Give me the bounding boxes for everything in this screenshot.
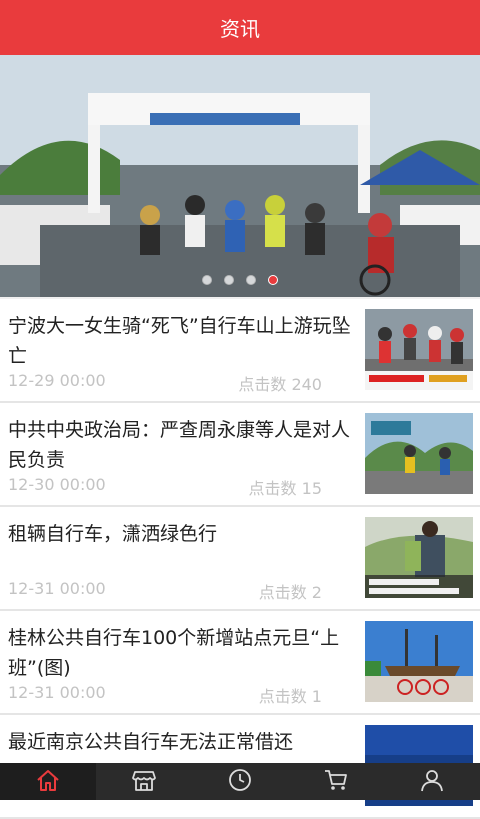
news-title: 宁波大一女生骑“死飞”自行车山上游玩坠亡 — [8, 315, 351, 367]
page-title: 资讯 — [220, 17, 260, 41]
news-date: 12-30 00:00 — [8, 475, 106, 494]
carousel-dots — [0, 275, 480, 285]
news-title: 桂林公共自行车100个新增站点元旦“上班”(图) — [8, 627, 340, 679]
news-date: 12-31 00:00 — [8, 683, 106, 702]
tab-store[interactable] — [96, 763, 192, 800]
news-item[interactable]: 中共中央政治局：严查周永康等人是对人民负责 12-30 00:00 点击数 15 — [0, 403, 480, 507]
news-item[interactable]: 租辆自行车，潇洒绿色行 12-31 00:00 点击数 2 — [0, 507, 480, 611]
carousel-dot[interactable] — [224, 275, 234, 285]
carousel-dot[interactable] — [246, 275, 256, 285]
carousel-dot[interactable] — [202, 275, 212, 285]
tab-home[interactable] — [0, 763, 96, 800]
news-click-count: 点击数 15 — [248, 479, 322, 498]
news-item[interactable]: 宁波大一女生骑“死飞”自行车山上游玩坠亡 12-29 00:00 点击数 240 — [0, 299, 480, 403]
clock-icon — [227, 767, 253, 797]
news-thumbnail — [365, 413, 473, 494]
app-header: 资讯 — [0, 0, 480, 55]
news-thumbnail — [365, 517, 473, 598]
user-icon — [419, 767, 445, 797]
cart-icon — [323, 767, 349, 797]
home-icon — [35, 767, 61, 797]
tab-profile[interactable] — [384, 763, 480, 800]
tab-history[interactable] — [192, 763, 288, 800]
news-thumbnail — [365, 621, 473, 702]
news-click-count: 点击数 2 — [258, 583, 322, 602]
news-list: 宁波大一女生骑“死飞”自行车山上游玩坠亡 12-29 00:00 点击数 240 — [0, 299, 480, 819]
news-date: 12-29 00:00 — [8, 371, 106, 390]
banner-image — [0, 55, 480, 297]
banner-carousel[interactable] — [0, 55, 480, 297]
news-click-count: 点击数 240 — [238, 375, 322, 394]
news-title: 中共中央政治局：严查周永康等人是对人民负责 — [8, 419, 351, 471]
news-title: 租辆自行车，潇洒绿色行 — [8, 523, 218, 545]
tab-cart[interactable] — [288, 763, 384, 800]
news-title: 最近南京公共自行车无法正常借还 — [8, 731, 294, 753]
news-item[interactable]: 桂林公共自行车100个新增站点元旦“上班”(图) 12-31 00:00 点击数… — [0, 611, 480, 715]
news-thumbnail — [365, 309, 473, 390]
store-icon — [131, 767, 157, 797]
carousel-dot-active[interactable] — [268, 275, 278, 285]
bottom-tab-bar — [0, 763, 480, 800]
news-click-count: 点击数 1 — [258, 687, 322, 706]
news-date: 12-31 00:00 — [8, 579, 106, 598]
